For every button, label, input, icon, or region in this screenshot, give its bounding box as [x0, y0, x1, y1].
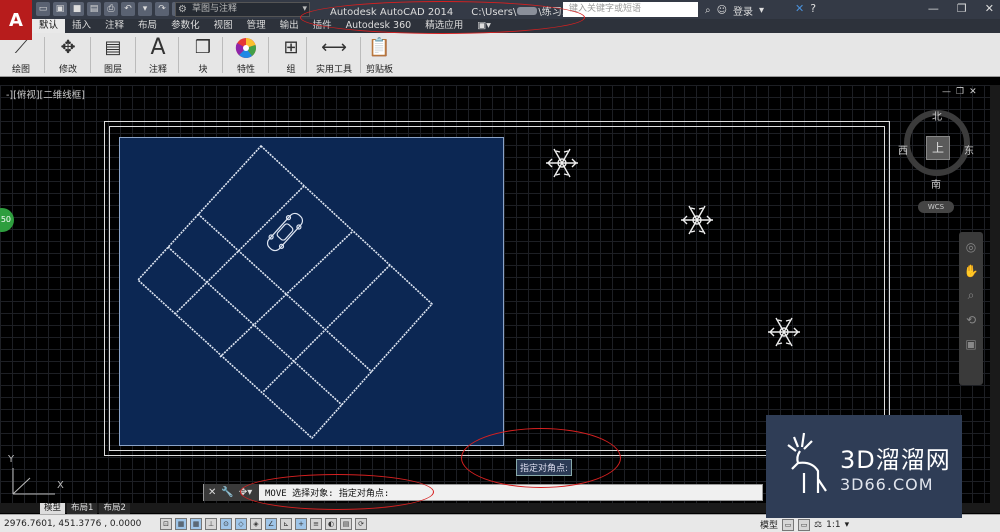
polar-tracking-icon[interactable]: ⊙: [220, 517, 232, 530]
snowflake-icon: [768, 317, 800, 347]
lineweight-icon[interactable]: ≡: [310, 517, 322, 530]
snowflake-icon: [546, 148, 578, 178]
close-icon[interactable]: ✕: [208, 487, 216, 498]
viewcube-top-face[interactable]: 上: [926, 136, 950, 160]
quick-properties-icon[interactable]: ▤: [340, 517, 352, 530]
rotated-grid-outline: [136, 144, 434, 440]
dynamic-ucs-icon[interactable]: ⊾: [280, 517, 292, 530]
ucs-y-label: Y: [8, 454, 15, 465]
ucs-x-label: X: [57, 480, 64, 491]
navigation-bar: ◎ ✋ ⌕ ⟲ ▣: [959, 232, 983, 385]
watermark-text: 3D溜溜网 3D66.COM: [840, 440, 951, 494]
deer-logo-icon: [787, 432, 827, 493]
infer-constraints-icon[interactable]: ⊡: [160, 517, 172, 530]
snap-mode-icon[interactable]: ▦: [175, 517, 187, 530]
wcs-menu[interactable]: WCS: [918, 201, 954, 213]
annotation-ellipse-title: [300, 1, 585, 34]
selection-cycling-icon[interactable]: ⟳: [355, 517, 367, 530]
annotation-scale[interactable]: 1:1: [826, 520, 840, 530]
viewcube-south[interactable]: 南: [931, 176, 941, 191]
viewcube-east[interactable]: 东: [964, 142, 974, 157]
tab-model[interactable]: 模型: [40, 503, 66, 514]
viewcube-north[interactable]: 北: [932, 108, 942, 123]
watermark-cn: 3D溜溜网: [840, 445, 951, 474]
model-space-label[interactable]: 模型: [760, 518, 778, 531]
layout-tabs: 模型 布局1 布局2: [40, 503, 130, 514]
pan-icon[interactable]: ✋: [964, 264, 979, 278]
wrench-icon[interactable]: 🔧: [221, 487, 233, 498]
steering-wheel-icon[interactable]: ◎: [966, 240, 976, 254]
orbit-icon[interactable]: ⟲: [966, 313, 976, 327]
viewcube-west[interactable]: 西: [898, 142, 908, 157]
snowflake-icon: [681, 205, 713, 235]
status-toggles: ⊡ ▦ ▦ ⊥ ⊙ ◇ ◈ ∠ ⊾ + ≡ ◐ ▤ ⟳: [160, 517, 367, 530]
layout-icon[interactable]: ▭: [782, 518, 795, 531]
grid-line: [197, 213, 373, 373]
ortho-mode-icon[interactable]: ⊥: [205, 517, 217, 530]
car-icon: [266, 212, 304, 252]
coordinates-readout[interactable]: 2976.7601, 451.3776 , 0.0000: [0, 519, 160, 529]
3d-osnap-icon[interactable]: ◈: [250, 517, 262, 530]
annotation-scale-icon[interactable]: ⚖: [814, 520, 822, 530]
grid-line: [174, 185, 305, 315]
object-snap-tracking-icon[interactable]: ∠: [265, 517, 277, 530]
grid-display-icon[interactable]: ▦: [190, 517, 202, 530]
autocad-logo[interactable]: A: [0, 0, 32, 40]
object-snap-icon[interactable]: ◇: [235, 517, 247, 530]
showmotion-icon[interactable]: ▣: [965, 337, 976, 351]
tab-layout1[interactable]: 布局1: [67, 503, 98, 514]
zoom-icon[interactable]: ⌕: [968, 288, 975, 303]
annotation-ellipse-tooltip: [461, 428, 621, 488]
grid-line: [167, 246, 343, 406]
status-right: 模型 ▭ ▭ ⚖ 1:1 ▾: [760, 518, 849, 531]
ucs-icon: Y X: [6, 454, 66, 499]
watermark-logo: 3D溜溜网 3D66.COM: [766, 415, 962, 518]
chevron-down-icon: ▾: [844, 519, 850, 530]
watermark-en: 3D66.COM: [840, 474, 934, 494]
transparency-icon[interactable]: ◐: [325, 517, 337, 530]
quick-view-icon[interactable]: ▭: [798, 518, 811, 531]
dynamic-input-icon[interactable]: +: [295, 517, 307, 530]
tab-layout2[interactable]: 布局2: [99, 503, 130, 514]
annotation-ellipse-command: [240, 474, 434, 510]
